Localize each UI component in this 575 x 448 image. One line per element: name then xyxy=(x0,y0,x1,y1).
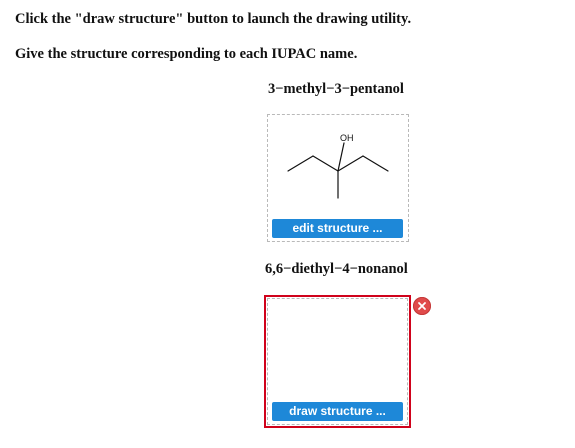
bond-line xyxy=(362,155,389,172)
instruction-line-1: Click the "draw structure" button to lau… xyxy=(15,11,412,27)
close-icon[interactable] xyxy=(413,297,431,315)
edit-structure-button[interactable]: edit structure ... xyxy=(272,219,403,238)
bond-line xyxy=(337,142,345,172)
question-1-structure-box: OH edit structure ... xyxy=(267,114,409,242)
question-1-iupac-name: 3−methyl−3−pentanol xyxy=(268,81,404,97)
question-2-structure-box: draw structure ... xyxy=(267,298,408,425)
instruction-line-2: Give the structure corresponding to each… xyxy=(15,46,358,62)
bond-line xyxy=(337,155,364,172)
question-2-iupac-name: 6,6−diethyl−4−nonanol xyxy=(265,261,408,277)
bond-line xyxy=(312,155,339,172)
bond-line xyxy=(287,155,314,172)
hydroxyl-label: OH xyxy=(340,133,354,143)
draw-structure-button[interactable]: draw structure ... xyxy=(272,402,403,421)
skeletal-structure-drawing: OH xyxy=(287,133,389,199)
close-x-glyph xyxy=(418,302,426,310)
